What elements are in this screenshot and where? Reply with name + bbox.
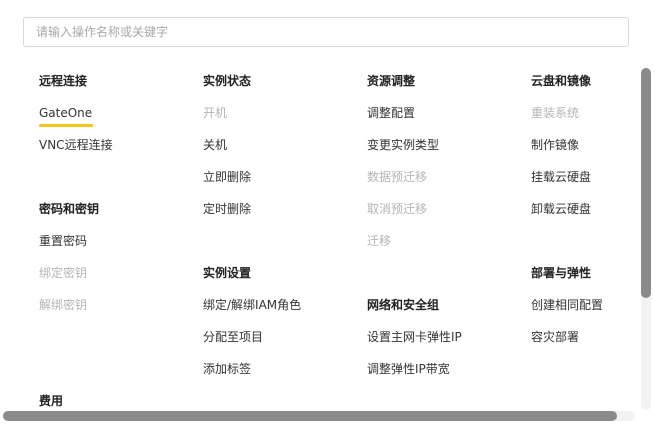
action-item[interactable]: VNC远程连接 xyxy=(39,137,113,153)
action-item-active[interactable]: GateOne xyxy=(39,105,92,121)
action-item[interactable]: 绑定/解绑IAM角色 xyxy=(203,297,301,313)
group-title: 密码和密钥 xyxy=(39,202,100,216)
action-panel: 远程连接 GateOne VNC远程连接 密码和密钥重置密码绑定密钥解绑密钥费用 实例状… xyxy=(0,62,640,410)
group-title: 资源调整 xyxy=(367,74,416,88)
action-item[interactable]: 卸载云硬盘 xyxy=(531,201,591,217)
action-item: 开机 xyxy=(203,106,228,120)
action-item[interactable]: 添加标签 xyxy=(203,361,251,377)
action-item: 绑定密钥 xyxy=(39,266,88,280)
group-title: 远程连接 xyxy=(39,74,88,88)
action-item: 迁移 xyxy=(367,234,392,248)
vertical-scrollbar-track[interactable] xyxy=(641,68,651,410)
action-item[interactable]: 容灾部署 xyxy=(531,329,579,345)
action-item: 重装系统 xyxy=(531,106,580,120)
group-title: 云盘和镜像 xyxy=(531,74,592,88)
horizontal-scrollbar-thumb[interactable] xyxy=(3,411,617,421)
group-title: 网络和安全组 xyxy=(367,298,440,312)
group-title: 费用 xyxy=(39,394,64,408)
action-item: 解绑密钥 xyxy=(39,298,88,312)
action-grid: 远程连接 GateOne VNC远程连接 密码和密钥重置密码绑定密钥解绑密钥费用 实例状… xyxy=(0,62,640,410)
action-item[interactable]: 调整配置 xyxy=(367,105,415,121)
search-box[interactable] xyxy=(23,17,629,47)
action-item: 取消预迁移 xyxy=(367,202,428,216)
action-item[interactable]: 定时删除 xyxy=(203,201,251,217)
action-item[interactable]: 重置密码 xyxy=(39,233,87,249)
action-item[interactable]: 设置主网卡弹性IP xyxy=(367,329,462,345)
action-item[interactable]: 立即删除 xyxy=(203,169,251,185)
action-item: 数据预迁移 xyxy=(367,170,428,184)
search-input[interactable] xyxy=(24,18,628,46)
action-item[interactable]: 创建相同配置 xyxy=(531,297,603,313)
action-item[interactable]: 制作镜像 xyxy=(531,137,579,153)
action-item[interactable]: 分配至项目 xyxy=(203,329,263,345)
horizontal-scrollbar-track[interactable] xyxy=(3,411,635,421)
action-item[interactable]: 调整弹性IP带宽 xyxy=(367,361,450,377)
group-title: 实例状态 xyxy=(203,74,252,88)
action-item[interactable]: 挂载云硬盘 xyxy=(531,169,591,185)
action-item[interactable]: 关机 xyxy=(203,137,227,153)
group-title: 部署与弹性 xyxy=(531,266,592,280)
action-item[interactable]: 变更实例类型 xyxy=(367,137,439,153)
vertical-scrollbar-thumb[interactable] xyxy=(641,68,651,298)
group-title: 实例设置 xyxy=(203,266,252,280)
active-underline xyxy=(39,124,93,127)
